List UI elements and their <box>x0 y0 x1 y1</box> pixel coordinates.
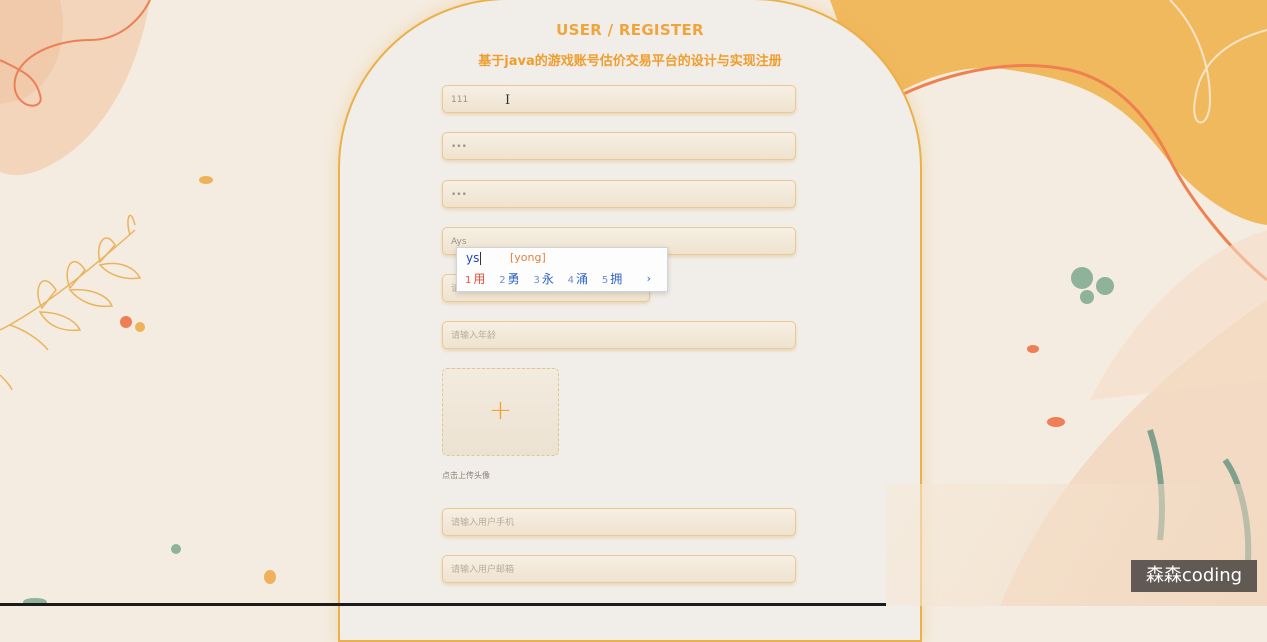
page-title: USER / REGISTER <box>556 21 704 39</box>
password-input[interactable]: ••• <box>442 132 796 160</box>
ime-candidate[interactable]: 5拥 <box>602 270 622 287</box>
avatar-upload-button[interactable]: + <box>442 368 559 456</box>
phone-input[interactable]: 请输入用户手机 <box>442 508 796 536</box>
page-subtitle: 基于java的游戏账号估价交易平台的设计与实现注册 <box>478 54 782 69</box>
confirm-password-input[interactable]: ••• <box>442 180 796 208</box>
plus-icon: + <box>488 393 513 426</box>
ime-candidate-list: 1用 2勇 3永 4涌 5拥 <box>465 270 632 287</box>
age-input[interactable]: 请输入年龄 <box>442 321 796 349</box>
ime-candidate[interactable]: 3永 <box>533 270 553 287</box>
text-cursor-icon: I <box>505 93 511 108</box>
ime-candidate-popup: ys [yong] 1用 2勇 3永 4涌 5拥 › <box>456 247 668 292</box>
ime-candidate[interactable]: 2勇 <box>499 270 519 287</box>
ime-next-page-icon[interactable]: › <box>647 272 651 285</box>
upload-avatar-label: 点击上传头像 <box>442 471 490 480</box>
email-input[interactable]: 请输入用户邮箱 <box>442 555 796 583</box>
ime-typed-text: ys <box>466 251 480 265</box>
ime-candidate[interactable]: 1用 <box>465 270 485 287</box>
ime-caret <box>480 252 481 265</box>
ime-candidate[interactable]: 4涌 <box>568 270 588 287</box>
ime-pinyin: [yong] <box>510 251 546 264</box>
watermark-label: 森森coding <box>1131 560 1257 592</box>
account-input[interactable]: 111 <box>442 85 796 113</box>
